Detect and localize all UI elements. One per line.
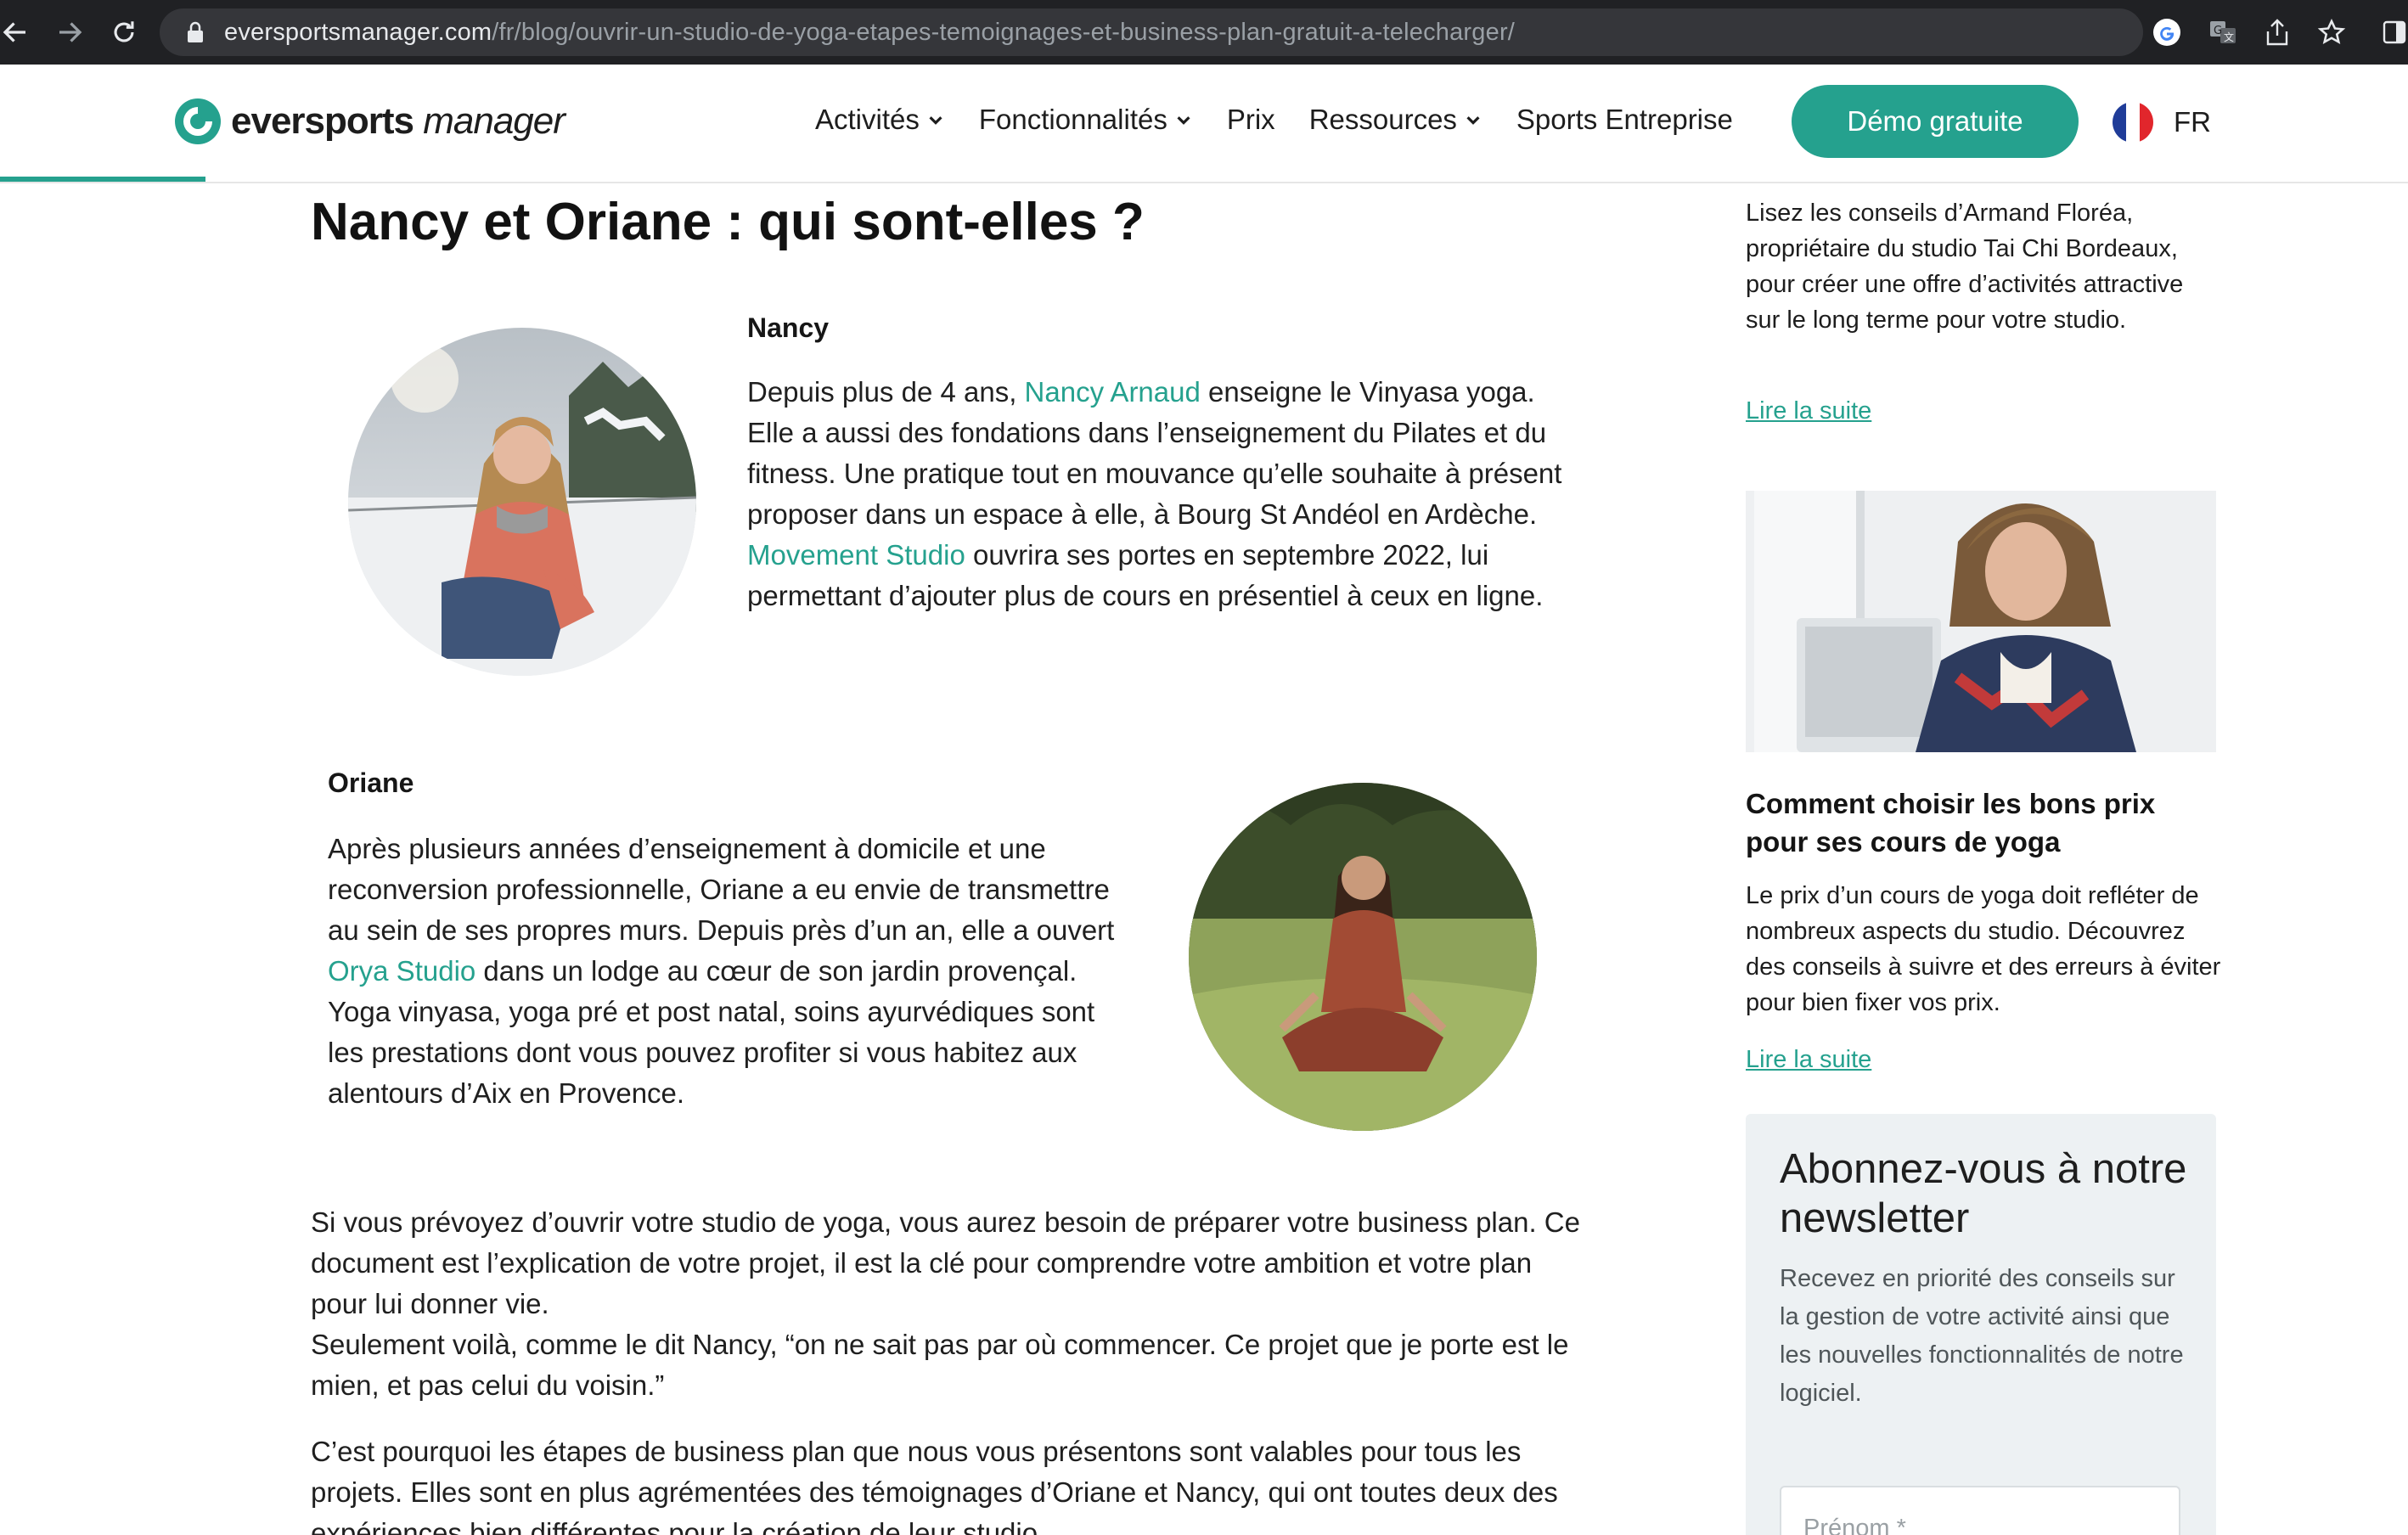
nancy-photo xyxy=(348,328,696,676)
newsletter-title: Abonnez-vous à notre newsletter xyxy=(1780,1146,2187,1241)
nav-item-prix[interactable]: Prix xyxy=(1227,104,1275,136)
oriane-name: Oriane xyxy=(328,768,414,798)
logo-text: eversports manager xyxy=(231,100,565,142)
logo[interactable]: eversports manager xyxy=(173,97,565,146)
oriane-photo xyxy=(1189,783,1537,1131)
logo-mark-icon xyxy=(175,98,221,144)
sidebar-card2-title[interactable]: Comment choisir les bons prix pour ses c… xyxy=(1746,784,2221,861)
share-icon[interactable] xyxy=(2260,15,2294,49)
main-nav: Activités Fonctionnalités Prix Ressource… xyxy=(815,104,1767,136)
nancy-arnaud-link[interactable]: Nancy Arnaud xyxy=(1025,376,1201,408)
card1-read-more-link[interactable]: Lire la suite xyxy=(1746,397,1871,425)
browser-toolbar: eversportsmanager.com/fr/blog/ouvrir-un-… xyxy=(0,0,2408,65)
article-paragraph-3: C’est pourquoi les étapes de business pl… xyxy=(311,1436,1558,1535)
nancy-bio: Depuis plus de 4 ans, Nancy Arnaud ensei… xyxy=(747,376,1562,611)
nav-item-activites[interactable]: Activités xyxy=(815,104,945,136)
chevron-down-icon xyxy=(1466,116,1480,125)
translate-icon[interactable]: G文 xyxy=(2206,15,2240,49)
oriane-bio: Après plusieurs années d’enseignement à … xyxy=(328,833,1115,1109)
newsletter-box: Abonnez-vous à notre newsletter Recevez … xyxy=(1746,1114,2216,1535)
svg-text:G: G xyxy=(2214,25,2222,37)
address-bar[interactable]: eversportsmanager.com/fr/blog/ouvrir-un-… xyxy=(160,8,2143,56)
back-icon[interactable] xyxy=(0,12,36,53)
url-text[interactable]: eversportsmanager.com/fr/blog/ouvrir-un-… xyxy=(224,19,1515,47)
forward-icon[interactable] xyxy=(49,12,90,53)
reload-icon[interactable] xyxy=(104,12,144,53)
demo-button[interactable]: Démo gratuite xyxy=(1792,85,2079,158)
lock-icon[interactable] xyxy=(180,17,211,48)
chevron-down-icon xyxy=(1177,116,1190,125)
article-paragraph-2: Seulement voilà, comme le dit Nancy, “on… xyxy=(311,1329,1569,1401)
reading-progress-bar xyxy=(0,177,205,182)
site-header: eversports manager Activités Fonctionnal… xyxy=(0,65,2408,183)
language-switcher[interactable]: FR xyxy=(2113,102,2211,143)
newsletter-text: Recevez en priorité des conseils sur la … xyxy=(1780,1265,2184,1407)
svg-text:文: 文 xyxy=(2224,31,2234,43)
firstname-input[interactable]: Prénom * xyxy=(1780,1486,2180,1535)
article-paragraph-1: Si vous prévoyez d’ouvrir votre studio d… xyxy=(311,1206,1580,1319)
nav-item-sports-entreprise[interactable]: Sports Entreprise xyxy=(1516,104,1733,136)
language-code: FR xyxy=(2174,106,2211,138)
france-flag-icon xyxy=(2113,102,2153,143)
sidebar-icon[interactable] xyxy=(2377,15,2408,49)
section-heading: Nancy et Oriane : qui sont-elles ? xyxy=(311,193,1145,251)
card2-read-more-link[interactable]: Lire la suite xyxy=(1746,1046,1871,1074)
chevron-down-icon xyxy=(929,116,942,125)
sidebar-article-image[interactable] xyxy=(1746,491,2216,752)
orya-studio-link[interactable]: Orya Studio xyxy=(328,955,475,987)
sidebar-card2-text: Le prix d’un cours de yoga doit refléter… xyxy=(1746,882,2221,1016)
nav-item-ressources[interactable]: Ressources xyxy=(1309,104,1482,136)
nav-item-fonctionnalites[interactable]: Fonctionnalités xyxy=(979,104,1193,136)
sidebar-card1-text: Lisez les conseils d’Armand Floréa, prop… xyxy=(1746,200,2184,334)
movement-studio-link[interactable]: Movement Studio xyxy=(747,539,965,571)
nancy-name: Nancy xyxy=(747,312,830,343)
google-icon[interactable] xyxy=(2150,15,2184,49)
star-icon[interactable] xyxy=(2315,15,2349,49)
